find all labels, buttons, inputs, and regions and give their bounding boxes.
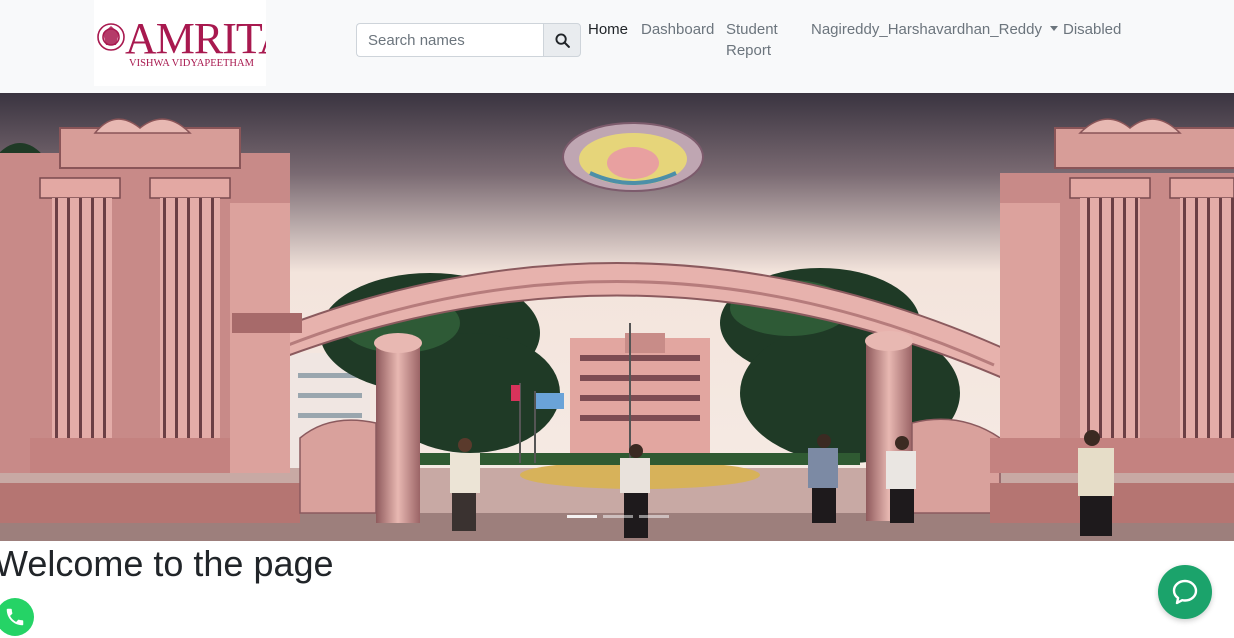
nav-student-report[interactable]: Student Report bbox=[726, 19, 786, 61]
whatsapp-icon bbox=[6, 608, 24, 626]
search-input[interactable] bbox=[356, 23, 544, 57]
nav-disabled: Disabled bbox=[1063, 21, 1122, 38]
whatsapp-button[interactable] bbox=[0, 598, 34, 636]
campus-gate-image bbox=[0, 93, 1234, 541]
search-icon bbox=[554, 32, 570, 48]
search-button[interactable] bbox=[543, 23, 581, 57]
navbar: AMRITA VISHWA VIDYAPEETHAM Home Dashboar… bbox=[0, 0, 1234, 93]
hero-banner bbox=[0, 93, 1234, 541]
chevron-down-icon bbox=[1049, 26, 1058, 31]
search-form bbox=[356, 23, 581, 57]
page-heading: Welcome to the page bbox=[0, 543, 334, 584]
chat-bubble-icon bbox=[1172, 579, 1198, 605]
brand-subtitle: VISHWA VIDYAPEETHAM bbox=[129, 58, 255, 69]
brand-name: AMRITA bbox=[125, 14, 266, 63]
amrita-logo-icon: AMRITA VISHWA VIDYAPEETHAM bbox=[97, 14, 266, 69]
brand-logo[interactable]: AMRITA VISHWA VIDYAPEETHAM bbox=[94, 0, 266, 86]
nav-home[interactable]: Home bbox=[588, 19, 628, 40]
user-dropdown-toggle[interactable]: Nagireddy_Harshavardhan_Reddy bbox=[811, 19, 1058, 40]
chat-widget-button[interactable] bbox=[1158, 565, 1212, 619]
nav-dashboard[interactable]: Dashboard bbox=[641, 19, 714, 40]
user-name: Nagireddy_Harshavardhan_Reddy bbox=[811, 21, 1042, 38]
